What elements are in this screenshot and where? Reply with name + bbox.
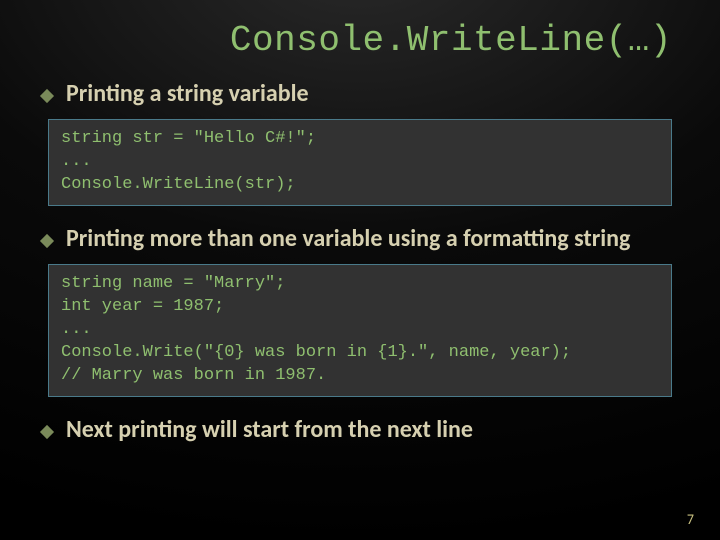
bullet-text: Printing more than one variable using a …	[66, 224, 630, 254]
bullet-item: Printing a string variable	[42, 79, 672, 109]
diamond-icon	[40, 424, 54, 438]
bullet-text: Next printing will start from the next l…	[66, 415, 473, 445]
diamond-icon	[40, 234, 54, 248]
diamond-icon	[40, 89, 54, 103]
bullet-item: Next printing will start from the next l…	[42, 415, 672, 445]
slide: Console.WriteLine(…) Printing a string v…	[0, 0, 720, 475]
code-block: string name = "Marry"; int year = 1987; …	[48, 264, 672, 397]
code-block: string str = "Hello C#!"; ... Console.Wr…	[48, 119, 672, 206]
bullet-text: Printing a string variable	[66, 79, 309, 109]
bullet-item: Printing more than one variable using a …	[42, 224, 672, 254]
slide-title: Console.WriteLine(…)	[48, 20, 672, 61]
page-number: 7	[687, 511, 694, 528]
